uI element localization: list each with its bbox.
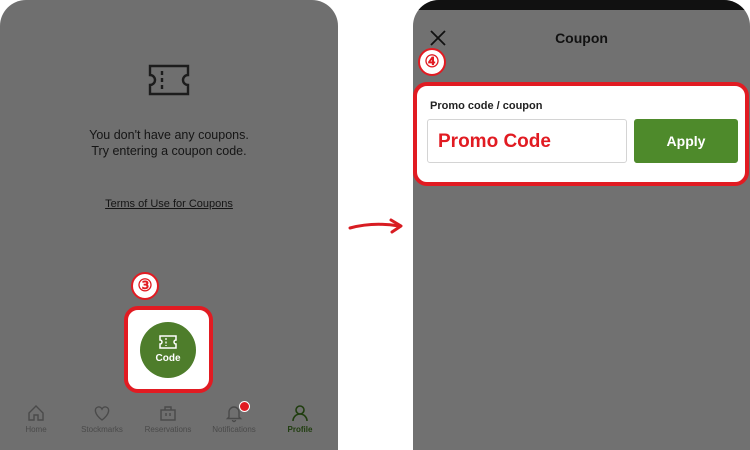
code-button[interactable]: Code	[140, 322, 196, 378]
coupon-entry-screen: Coupon	[413, 0, 750, 450]
step-marker-4: ④	[418, 48, 446, 76]
empty-message-line1: You don't have any coupons.	[89, 128, 249, 142]
home-icon	[28, 405, 44, 421]
nav-label-home: Home	[25, 425, 47, 434]
code-button-label: Code	[155, 353, 181, 364]
step-marker-3: ③	[131, 272, 159, 300]
nav-label-stockmarks: Stockmarks	[81, 425, 123, 434]
promo-code-input[interactable]: Promo Code	[427, 119, 627, 163]
notification-badge	[239, 401, 250, 412]
terms-link[interactable]: Terms of Use for Coupons	[0, 198, 338, 210]
page-title: Coupon	[555, 30, 608, 46]
empty-message-line2: Try entering a coupon code.	[91, 144, 247, 158]
briefcase-icon	[160, 406, 176, 421]
promo-code-label: Promo code / coupon	[430, 100, 543, 112]
terms-link-text[interactable]: Terms of Use for Coupons	[105, 198, 233, 210]
transition-arrow-icon	[348, 218, 403, 234]
promo-code-section: Promo code / coupon Promo Code Apply	[413, 82, 749, 186]
modal-top-edge	[413, 0, 750, 10]
nav-item-home[interactable]: Home	[4, 398, 68, 434]
nav-label-profile: Profile	[287, 425, 313, 434]
nav-item-stockmarks[interactable]: Stockmarks	[70, 398, 134, 434]
nav-item-profile[interactable]: Profile	[268, 398, 332, 434]
nav-item-notifications[interactable]: Notifications	[202, 398, 266, 434]
promo-code-input-value: Promo Code	[438, 131, 551, 152]
nav-label-notifications: Notifications	[212, 425, 256, 434]
apply-button[interactable]: Apply	[634, 119, 738, 163]
heart-icon	[94, 406, 110, 421]
coupon-empty-icon	[147, 63, 191, 97]
person-icon	[292, 405, 308, 422]
coupon-icon	[159, 335, 177, 349]
nav-label-reservations: Reservations	[144, 425, 192, 434]
nav-item-reservations[interactable]: Reservations	[136, 398, 200, 434]
